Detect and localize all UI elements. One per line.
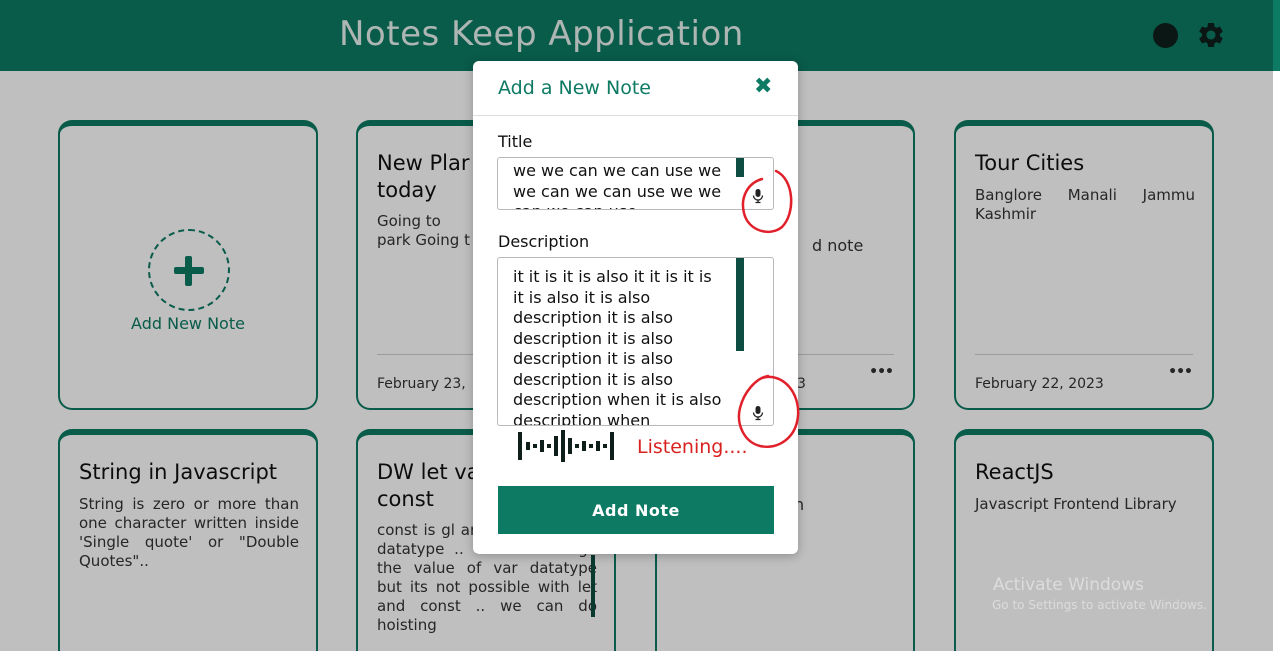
title-scrollbar[interactable]	[736, 158, 744, 177]
microphone-icon[interactable]	[751, 188, 765, 204]
description-input[interactable]: it it is it is also it it is it is it is…	[497, 257, 774, 426]
windows-watermark: Activate Windows	[993, 575, 1144, 595]
modal-header: Add a New Note ✖	[473, 61, 798, 116]
add-note-modal: Add a New Note ✖ Title we we can we can …	[473, 61, 798, 554]
description-label: Description	[498, 232, 590, 251]
close-icon[interactable]: ✖	[754, 74, 772, 99]
title-input[interactable]: we we can we can use we we can we can us…	[497, 157, 774, 210]
description-scrollbar[interactable]	[736, 258, 744, 351]
modal-title: Add a New Note	[498, 77, 651, 99]
add-note-button[interactable]: Add Note	[498, 486, 774, 534]
microphone-icon[interactable]	[751, 405, 765, 421]
windows-watermark-sub: Go to Settings to activate Windows.	[992, 598, 1207, 612]
listening-status: Listening....	[637, 436, 748, 458]
screen-edge	[1273, 551, 1280, 651]
title-label: Title	[498, 132, 533, 151]
audio-waveform-icon	[518, 430, 614, 462]
